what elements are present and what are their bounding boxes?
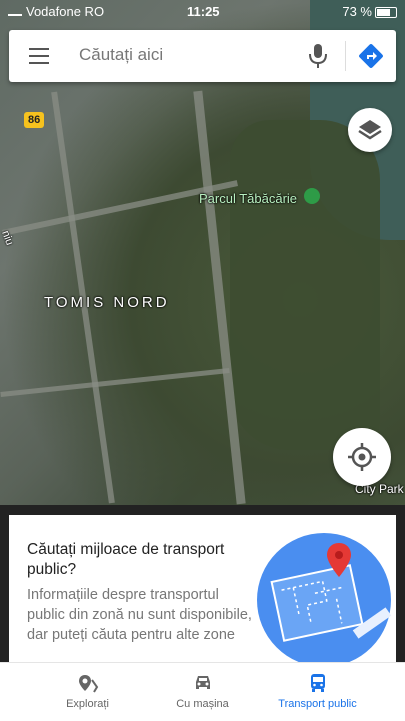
road: [0, 367, 230, 398]
explore-pin-icon: [78, 675, 98, 693]
car-icon: [195, 676, 210, 689]
card-description: Informațiile despre transportul public d…: [27, 587, 252, 643]
search-input[interactable]: Căutați aici: [79, 45, 163, 65]
battery-percent: 73 %: [342, 4, 372, 19]
bus-icon: [310, 674, 325, 692]
battery-icon: [375, 7, 397, 19]
transit-info-card[interactable]: Căutați mijloace de transport public? In…: [9, 515, 396, 665]
tab-explore-label: Explorați: [66, 698, 109, 710]
status-bar: Vodafone RO 11:25 73 %: [0, 0, 405, 24]
transit-map-illustration: [257, 533, 392, 665]
crosshair-icon: [348, 443, 376, 471]
layers-button[interactable]: [348, 108, 392, 152]
road-shield-86: 86: [24, 112, 45, 128]
layers-icon: [358, 120, 382, 140]
bottom-tab-bar: Explorați Cu mașina Transport public: [0, 662, 405, 721]
tab-transit-label: Transport public: [278, 698, 357, 710]
battery-status: 73 %: [342, 4, 397, 19]
microphone-icon[interactable]: [307, 42, 329, 70]
search-divider: [345, 41, 346, 71]
tab-driving-label: Cu mașina: [176, 698, 229, 710]
park-pin-icon[interactable]: [304, 188, 320, 204]
road: [1, 180, 239, 236]
clock: 11:25: [187, 4, 220, 19]
park-area: [230, 120, 380, 450]
menu-icon[interactable]: [29, 48, 49, 64]
park-label[interactable]: Parcul Tăbăcărie: [199, 191, 297, 206]
tab-transit[interactable]: Transport public: [250, 663, 385, 721]
my-location-button[interactable]: [333, 428, 391, 486]
signal-icon: [8, 5, 22, 16]
carrier: Vodafone RO: [8, 4, 104, 19]
card-title: Căutați mijloace de transport public?: [27, 541, 225, 578]
search-bar[interactable]: Căutați aici: [9, 30, 396, 82]
directions-icon[interactable]: [357, 42, 385, 70]
carrier-name: Vodafone RO: [26, 4, 105, 19]
district-label: TOMIS NORD: [44, 294, 170, 311]
